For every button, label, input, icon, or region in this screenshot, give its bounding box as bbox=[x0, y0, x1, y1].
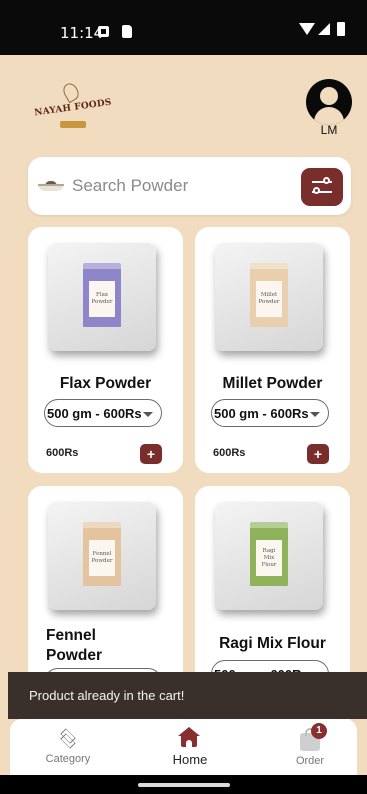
pack-label: Flax Powder bbox=[89, 281, 115, 317]
variant-value: 500 gm - 600Rs bbox=[214, 406, 309, 421]
app-screen: NAYAH FOODS LM Search Powder Flax Powder… bbox=[0, 55, 367, 775]
product-card[interactable]: Millet Powder Millet Powder 500 gm - 600… bbox=[195, 227, 350, 473]
signal-icon bbox=[318, 23, 330, 35]
pack-top bbox=[250, 522, 288, 528]
search-input[interactable]: Search Powder bbox=[72, 176, 188, 196]
pack-label: Fennel Powder bbox=[89, 540, 115, 576]
variant-dropdown[interactable]: 500 gm - 600Rs bbox=[211, 399, 329, 427]
pack-label: Ragi Mix Flour bbox=[256, 540, 282, 576]
product-image: Millet Powder bbox=[215, 243, 323, 351]
filter-knob-top bbox=[323, 177, 330, 184]
cart-count-badge: 1 bbox=[311, 723, 327, 739]
user-avatar-icon[interactable] bbox=[306, 79, 352, 125]
product-pack: Millet Powder bbox=[250, 263, 288, 327]
product-price: 600Rs bbox=[46, 447, 79, 459]
add-to-cart-button[interactable]: + bbox=[140, 444, 162, 464]
bottom-navigation: Category Home 1 Order bbox=[10, 719, 357, 775]
variant-value: 500 gm - 600Rs bbox=[47, 406, 142, 421]
add-to-cart-button[interactable]: + bbox=[307, 444, 329, 464]
filter-button[interactable] bbox=[301, 168, 343, 206]
home-gesture-bar[interactable] bbox=[138, 783, 230, 787]
chevron-down-icon bbox=[310, 412, 320, 417]
nav-label: Category bbox=[45, 753, 91, 765]
snackbar: Product already in the cart! bbox=[8, 672, 367, 719]
product-image: Flax Powder bbox=[48, 243, 156, 351]
product-pack: Flax Powder bbox=[83, 263, 121, 327]
avatar-head bbox=[320, 87, 338, 105]
pack-top bbox=[83, 263, 121, 269]
product-image: Fennel Powder bbox=[48, 502, 156, 610]
product-name: Millet Powder bbox=[222, 375, 323, 392]
product-name: Fennel Powder bbox=[46, 627, 102, 664]
product-pack: Ragi Mix Flour bbox=[250, 522, 288, 586]
pack-top bbox=[250, 263, 288, 269]
leaf-icon bbox=[60, 80, 82, 104]
search-bar[interactable]: Search Powder bbox=[28, 157, 351, 215]
notification-icon bbox=[98, 26, 109, 37]
product-name: Flax Powder bbox=[59, 375, 152, 392]
nav-label: Order bbox=[295, 755, 325, 767]
powder-bowl-icon bbox=[38, 181, 64, 191]
product-image: Ragi Mix Flour bbox=[215, 502, 323, 610]
system-gesture-area bbox=[0, 775, 367, 794]
variant-dropdown[interactable]: 500 gm - 600Rs bbox=[44, 399, 162, 427]
pack-label: Millet Powder bbox=[256, 281, 282, 317]
product-pack: Fennel Powder bbox=[83, 522, 121, 586]
status-time: 11:14 bbox=[60, 24, 104, 42]
home-door bbox=[186, 740, 192, 747]
nav-item-home[interactable]: Home bbox=[140, 719, 240, 775]
product-name: Ragi Mix Flour bbox=[219, 635, 326, 652]
chevron-down-icon bbox=[143, 412, 153, 417]
logo-ribbon bbox=[60, 121, 86, 128]
sd-card-icon bbox=[122, 25, 132, 38]
nav-item-category[interactable]: Category bbox=[18, 719, 118, 775]
home-icon bbox=[178, 727, 200, 747]
status-indicators bbox=[299, 22, 345, 36]
user-initials: LM bbox=[320, 123, 338, 137]
brand-logo: NAYAH FOODS bbox=[34, 80, 112, 131]
bowl bbox=[38, 184, 64, 191]
filter-knob-bottom bbox=[313, 187, 320, 194]
nav-item-order[interactable]: 1 Order bbox=[260, 719, 360, 775]
nav-label: Home bbox=[172, 752, 208, 767]
wifi-icon bbox=[299, 23, 315, 35]
product-card[interactable]: Flax Powder Flax Powder 500 gm - 600Rs 6… bbox=[28, 227, 183, 473]
status-bar: 11:14 bbox=[0, 0, 367, 55]
pack-top bbox=[83, 522, 121, 528]
product-price: 600Rs bbox=[213, 447, 246, 459]
battery-icon bbox=[337, 22, 345, 36]
layers-icon bbox=[58, 728, 78, 749]
snackbar-message: Product already in the cart! bbox=[29, 688, 185, 703]
